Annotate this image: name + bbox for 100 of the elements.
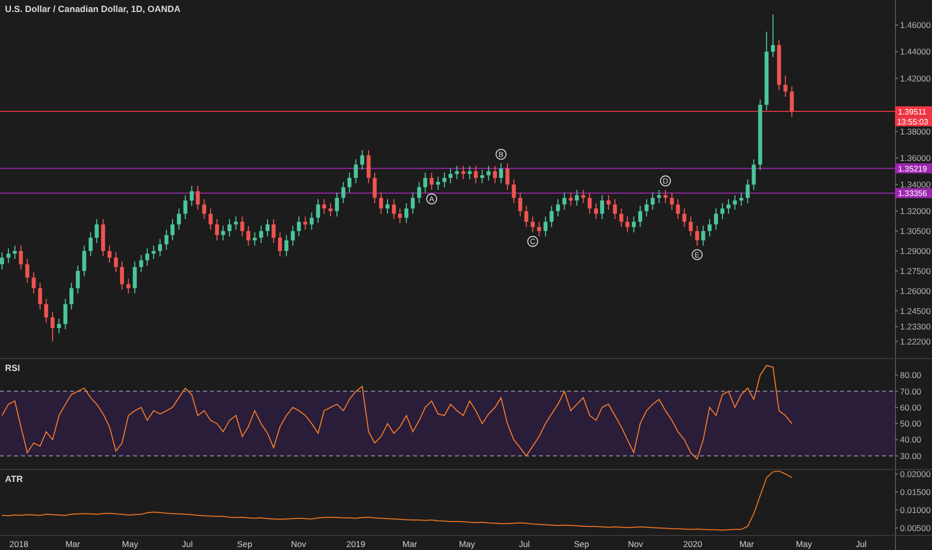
y-tick-label: 1.44000 — [900, 46, 931, 57]
candle — [752, 158, 756, 190]
candle — [303, 216, 308, 230]
axis-label: 0.00500 — [894, 522, 931, 533]
candle — [266, 218, 270, 237]
candle — [6, 248, 10, 264]
axis-label: 40.00 — [894, 434, 922, 445]
candle — [562, 192, 566, 210]
price-tag: 1.35219 — [895, 163, 932, 174]
candle — [278, 232, 282, 257]
candle — [758, 99, 762, 170]
axis-label: 1.22200 — [894, 336, 931, 346]
y-tick-label: 1.23300 — [900, 322, 931, 332]
axis-label: 1.24500 — [894, 306, 931, 316]
candle — [334, 192, 339, 217]
candle — [183, 194, 188, 220]
axis-label: 1.46000 — [894, 20, 931, 30]
y-tick-label: 40.00 — [900, 434, 922, 445]
candle — [208, 208, 213, 230]
candle — [114, 252, 118, 273]
candle — [612, 198, 617, 220]
candle — [448, 168, 452, 184]
candle — [202, 198, 206, 220]
candle — [493, 165, 497, 184]
candle — [588, 192, 592, 214]
candle — [347, 172, 352, 194]
candle — [581, 189, 586, 204]
candle — [600, 194, 604, 220]
candle — [530, 216, 535, 233]
candle — [32, 272, 36, 294]
candle — [392, 198, 396, 220]
time-label: Nov — [290, 539, 306, 549]
candle — [63, 298, 68, 330]
candle — [410, 192, 415, 214]
time-label: Sep — [237, 539, 252, 549]
candle — [50, 312, 55, 342]
y-tick-label: 0.02000 — [900, 468, 931, 479]
candle — [676, 198, 680, 220]
candle — [770, 14, 775, 58]
candle — [436, 176, 440, 190]
candle — [714, 208, 718, 230]
axis-label: 1.38000 — [894, 126, 931, 136]
candle — [524, 205, 528, 228]
candle — [386, 198, 390, 214]
candle — [512, 178, 516, 204]
candle — [44, 298, 48, 324]
candle — [354, 158, 358, 184]
axis-label: 1.27500 — [894, 266, 931, 276]
candle — [480, 169, 484, 184]
candle — [101, 218, 106, 257]
y-tick-label: 60.00 — [900, 402, 922, 412]
y-tick-label: 0.01000 — [900, 504, 931, 515]
candle — [670, 192, 674, 210]
chart-title: ATR — [5, 474, 23, 484]
axis-label: 0.01500 — [894, 486, 931, 497]
candle — [644, 198, 649, 217]
candle — [550, 205, 554, 228]
price-tag: 1.33356 — [895, 188, 932, 198]
candle — [783, 75, 788, 98]
time-label: Sep — [574, 539, 590, 549]
ref-line-label: 1.39511 — [898, 107, 927, 116]
candle — [556, 198, 560, 217]
axis-label: 70.00 — [894, 386, 922, 396]
axis-label: 1.36000 — [894, 152, 931, 163]
candle — [108, 245, 112, 264]
axis-label: 1.42000 — [894, 73, 931, 84]
axis-label: 1.44000 — [894, 46, 931, 57]
candle — [423, 172, 428, 194]
candle — [310, 212, 314, 230]
candle — [594, 202, 598, 220]
candle — [170, 218, 174, 241]
candle — [12, 245, 17, 260]
candle — [132, 261, 137, 294]
y-tick-label: 1.29000 — [900, 246, 931, 256]
candle — [246, 225, 250, 246]
chart-title: U.S. Dollar / Canadian Dollar, 1D, OANDA — [5, 4, 181, 14]
time-label: May — [458, 539, 476, 549]
y-tick-label: 1.27500 — [900, 266, 931, 276]
candle — [682, 208, 686, 228]
candle — [505, 162, 510, 190]
candle — [619, 208, 624, 228]
candle — [341, 181, 346, 204]
axis-label: 0.02000 — [894, 470, 931, 479]
candle — [76, 265, 80, 294]
candle — [221, 225, 226, 241]
candle — [316, 198, 320, 224]
candle — [372, 172, 377, 204]
candle — [417, 181, 422, 204]
candle — [708, 218, 712, 237]
time-label: Nov — [628, 539, 644, 549]
candle — [442, 172, 446, 188]
candle — [720, 202, 724, 220]
axis-label: 1.29000 — [894, 246, 931, 256]
y-tick-label: 30.00 — [900, 450, 922, 461]
candle — [568, 192, 573, 206]
candle — [461, 165, 466, 180]
price-tag: 1.39511 — [895, 106, 932, 116]
candle — [126, 278, 130, 294]
y-tick-label: 1.46000 — [900, 20, 931, 30]
candle — [69, 282, 74, 310]
